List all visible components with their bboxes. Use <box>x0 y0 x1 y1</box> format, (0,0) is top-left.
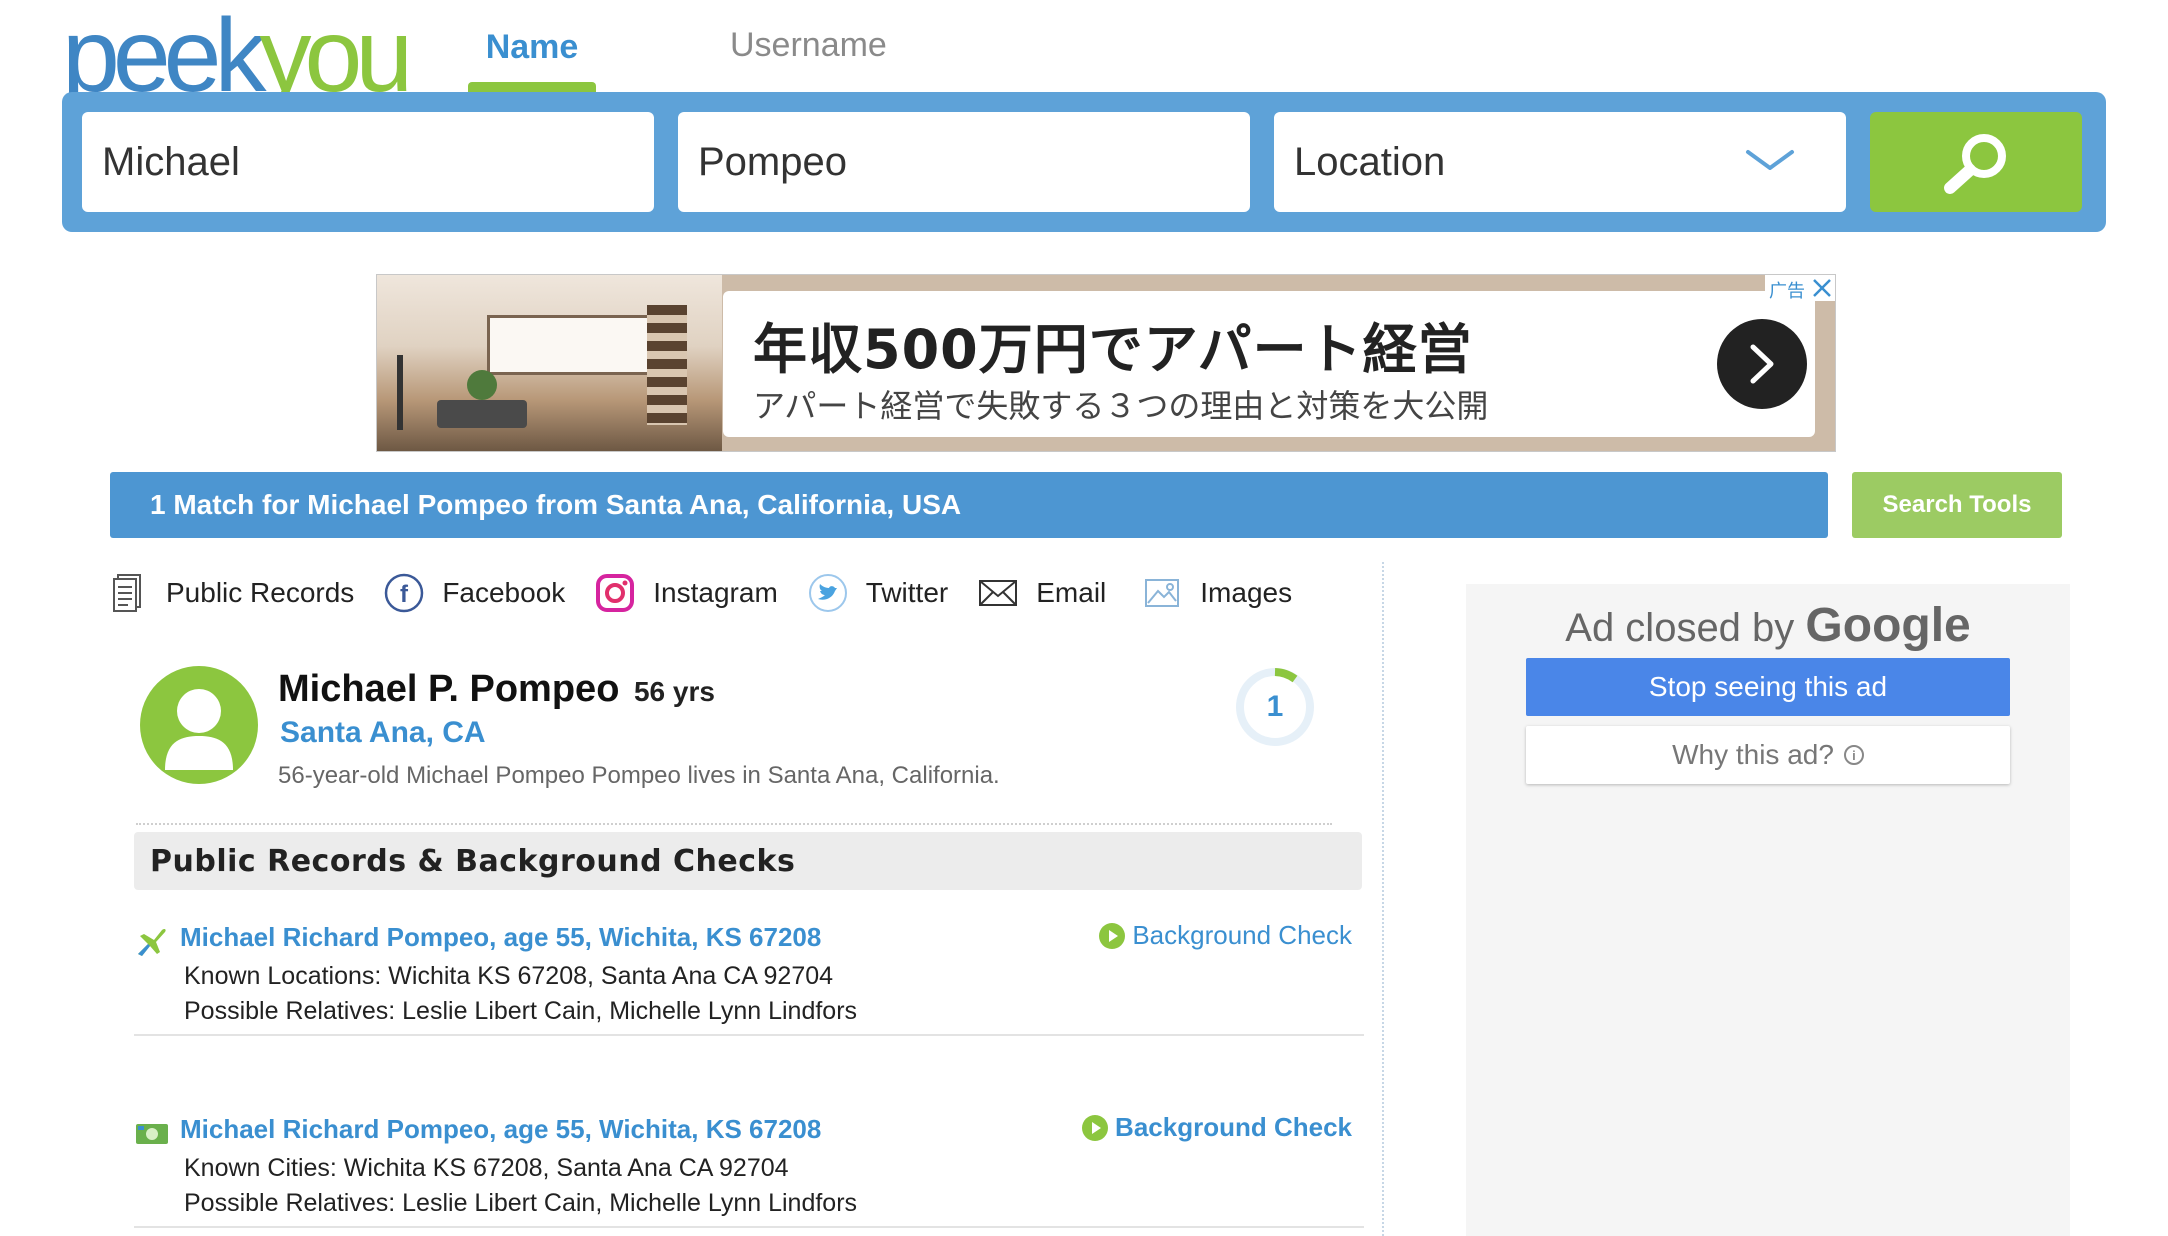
chevron-down-icon <box>1746 150 1794 170</box>
section-title: Public Records & Background Checks <box>134 832 1362 890</box>
image-icon <box>1142 573 1182 613</box>
ad-card[interactable]: 年収500万円でアパート経営 アパート経営で失敗する３つの理由と対策を大公開 <box>723 291 1815 437</box>
filter-label: Email <box>1036 577 1107 608</box>
search-tools-button[interactable]: Search Tools <box>1852 472 2062 538</box>
filter-label: Public Records <box>166 577 355 608</box>
twitter-icon <box>808 573 848 613</box>
why-this-ad-label: Why this ad? <box>1672 739 1834 770</box>
location-select[interactable]: Location <box>1274 112 1846 212</box>
info-icon: i <box>1843 745 1864 765</box>
filter-images[interactable]: Images <box>1142 573 1292 613</box>
filter-label: Facebook <box>442 577 566 608</box>
background-check-label: Background Check <box>1115 1112 1352 1142</box>
google-brand: Google <box>1805 599 1971 652</box>
filter-label: Twitter <box>865 577 949 608</box>
ad-next-button[interactable] <box>1717 319 1807 409</box>
filter-public-records[interactable]: Public Records <box>108 573 354 613</box>
chevron-right-icon <box>1750 344 1774 384</box>
filter-label: Images <box>1200 577 1293 608</box>
source-filters: Public Records f Facebook Instagram Twit… <box>108 566 1322 620</box>
record-known-locations: Known Locations: Wichita KS 67208, Santa… <box>184 962 834 990</box>
results-summary-bar: 1 Match for Michael Pompeo from Santa An… <box>110 472 1828 538</box>
location-select-value: Location <box>1294 139 1446 184</box>
filter-instagram[interactable]: Instagram <box>595 573 778 613</box>
ad-closed-message: Ad closed by Google <box>1466 598 2070 653</box>
close-icon[interactable] <box>1809 275 1835 301</box>
record-title-link[interactable]: Michael Richard Pompeo, age 55, Wichita,… <box>180 922 821 953</box>
person-description: 56-year-old Michael Pompeo Pompeo lives … <box>278 762 1000 789</box>
person-location[interactable]: Santa Ana, CA <box>280 716 486 750</box>
play-icon <box>1099 922 1126 949</box>
last-name-input[interactable]: Pompeo <box>678 112 1250 212</box>
ad-banner[interactable]: 年収500万円でアパート経営 アパート経営で失敗する３つの理由と対策を大公開 广… <box>376 274 1836 452</box>
search-button[interactable] <box>1870 112 2082 212</box>
instagram-icon <box>595 573 635 613</box>
person-age: 56 yrs <box>633 676 715 707</box>
profile-count: 1 <box>1266 690 1284 723</box>
filter-twitter[interactable]: Twitter <box>808 573 948 613</box>
ad-choice-label: 广告 <box>1769 281 1805 301</box>
facebook-icon: f <box>384 573 424 613</box>
play-icon <box>1082 1114 1109 1141</box>
background-check-link[interactable]: Background Check <box>1081 1112 1352 1143</box>
record-known-cities: Known Cities: Wichita KS 67208, Santa An… <box>184 1154 789 1182</box>
ad-closed-prefix: Ad closed by <box>1565 606 1806 650</box>
search-icon <box>1944 134 2006 194</box>
ad-choices[interactable]: 广告 <box>1765 275 1835 301</box>
record-relatives: Possible Relatives: Leslie Libert Cain, … <box>184 997 858 1025</box>
ad-subline: アパート経営で失敗する３つの理由と対策を大公開 <box>753 387 1489 425</box>
filter-email[interactable]: Email <box>978 573 1106 613</box>
filter-label: Instagram <box>653 577 778 608</box>
stop-seeing-ad-button[interactable]: Stop seeing this ad <box>1526 658 2010 716</box>
tab-name[interactable]: Name <box>468 28 596 67</box>
person-icon <box>165 689 233 770</box>
background-check-link[interactable]: Background Check <box>1098 920 1352 951</box>
results-summary: 1 Match for Michael Pompeo from Santa An… <box>150 489 962 520</box>
column-divider <box>1382 562 1384 1236</box>
filter-facebook[interactable]: f Facebook <box>384 573 565 613</box>
record-relatives: Possible Relatives: Leslie Libert Cain, … <box>184 1189 858 1217</box>
record-title-link[interactable]: Michael Richard Pompeo, age 55, Wichita,… <box>180 1114 821 1145</box>
plane-icon <box>138 928 166 956</box>
money-icon <box>136 1124 168 1144</box>
ad-image <box>377 275 722 451</box>
record-divider <box>134 1034 1364 1036</box>
person-name-row[interactable]: Michael P. Pompeo 56 yrs <box>278 668 715 711</box>
email-icon <box>978 573 1018 613</box>
active-tab-indicator <box>468 82 596 92</box>
ad-headline: 年収500万円でアパート経営 <box>753 318 1473 381</box>
first-name-input[interactable]: Michael <box>82 112 654 212</box>
side-ad-panel: Ad closed by Google Stop seeing this ad … <box>1466 584 2070 1236</box>
why-this-ad-button[interactable]: Why this ad? i <box>1526 726 2010 784</box>
svg-text:f: f <box>400 581 409 608</box>
avatar[interactable] <box>140 666 258 784</box>
card-divider <box>136 823 1332 825</box>
tab-username[interactable]: Username <box>730 26 887 65</box>
person-name[interactable]: Michael P. Pompeo <box>278 668 619 710</box>
document-icon <box>108 573 148 613</box>
profile-count-badge: 1 <box>1234 666 1316 748</box>
background-check-label: Background Check <box>1132 920 1352 950</box>
record-divider <box>134 1226 1364 1228</box>
